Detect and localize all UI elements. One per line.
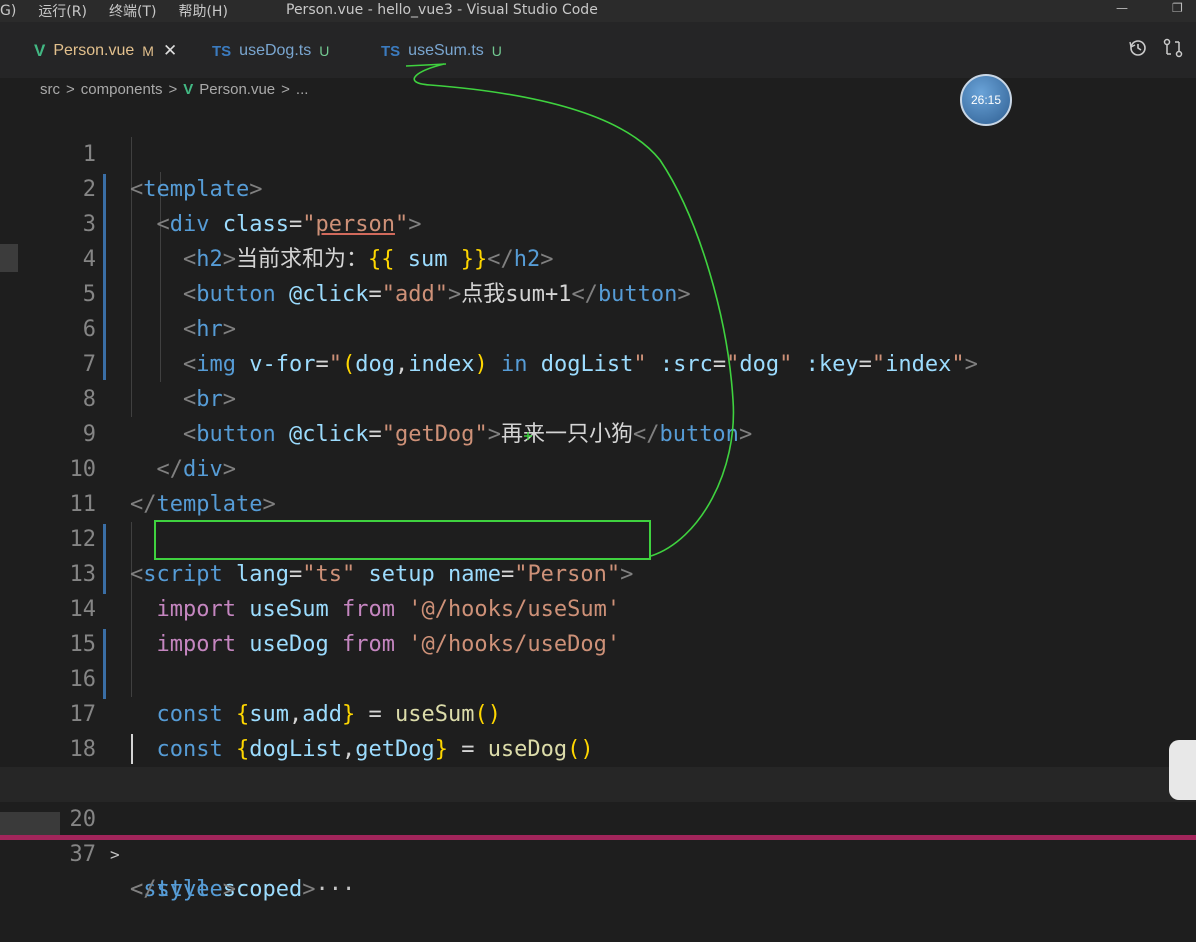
history-icon[interactable] [1128, 38, 1148, 62]
tab-person-vue[interactable]: V Person.vue M ✕ [34, 34, 177, 68]
menu-item-partial[interactable]: G) [0, 3, 16, 19]
code-line[interactable]: 17 const {dogList,getDog} = useDog() [0, 662, 1196, 762]
breadcrumb-item-src[interactable]: src [40, 81, 60, 98]
typescript-file-icon: TS [381, 42, 401, 60]
editor-tab-bar: V Person.vue M ✕ TS useDog.ts U TS useSu… [0, 22, 1196, 79]
code-line[interactable]: 16 const {sum,add} = useSum() [0, 627, 1196, 727]
code-line[interactable]: 7 <br> [0, 312, 1196, 412]
chevron-right-icon: > [168, 80, 178, 98]
breadcrumb-item-components[interactable]: components [81, 81, 163, 98]
menu-item-help[interactable]: 帮助(H) [178, 1, 227, 21]
minimize-icon[interactable]: — [1116, 1, 1128, 15]
vue-file-icon: V [34, 41, 46, 60]
untracked-badge: U [491, 43, 502, 59]
code-line[interactable]: 6 <img v-for="(dog,index) in dogList" :s… [0, 277, 1196, 377]
chevron-right-icon: > [66, 80, 75, 98]
code-line[interactable]: 1 <template> [0, 102, 1196, 202]
status-bar-remote-indicator[interactable] [0, 812, 60, 835]
code-line[interactable]: 18 </script> [0, 697, 1196, 797]
tab-label: Person.vue [53, 42, 135, 59]
code-line[interactable]: 9 </div> [0, 382, 1196, 482]
modified-badge: M [142, 43, 154, 59]
compare-changes-icon[interactable] [1162, 38, 1184, 62]
folded-ellipsis[interactable]: ··· [315, 877, 355, 902]
typescript-file-icon: TS [212, 42, 232, 60]
code-line[interactable]: 12 <script lang="ts" setup name="Person"… [0, 487, 1196, 587]
code-line[interactable]: 10 </template> [0, 417, 1196, 517]
code-line[interactable]: 15 [0, 592, 1196, 657]
code-line[interactable]: 37 </style> [0, 802, 1196, 902]
vue-file-icon: V [183, 80, 194, 98]
annotation-highlight-box [154, 520, 651, 560]
chevron-right-icon: > [281, 80, 290, 98]
code-line[interactable]: 3 <h2>当前求和为：{{ sum }}</h2> [0, 172, 1196, 272]
overlay-scroll-widget[interactable] [1169, 740, 1196, 800]
code-line[interactable]: 8 <button @click="getDog">再来一只小狗</button… [0, 347, 1196, 447]
code-line[interactable]: 4 <button @click="add">点我sum+1</button> [0, 207, 1196, 307]
code-line-folded[interactable]: 20 > <style scoped>··· [0, 767, 1196, 902]
breadcrumb: src > components > V Person.vue > ... [40, 78, 308, 100]
code-line[interactable]: 14 import useDog from '@/hooks/useDog' [0, 557, 1196, 657]
window-title: Person.vue - hello_vue3 - Visual Studio … [286, 2, 598, 18]
tab-usedog-ts[interactable]: TS useDog.ts U [212, 34, 329, 68]
breadcrumb-item-file[interactable]: Person.vue [199, 81, 275, 98]
title-bar: G) 运行(R) 终端(T) 帮助(H) Person.vue - hello_… [0, 0, 1196, 22]
code-token: style [156, 877, 223, 902]
code-line[interactable]: 5 <hr> [0, 242, 1196, 342]
code-line-current[interactable]: 19 [0, 732, 1196, 797]
text-cursor [131, 734, 133, 764]
chevron-right-icon[interactable]: > [110, 837, 120, 872]
menu-item-run[interactable]: 运行(R) [38, 1, 87, 21]
line-number: 37 [69, 842, 97, 867]
code-editor[interactable]: 1 <template> 2 <div class="person"> 3 <h… [0, 102, 1196, 902]
tab-label: useDog.ts [239, 42, 312, 59]
code-line[interactable]: 2 <div class="person"> [0, 137, 1196, 237]
menu-item-terminal[interactable]: 终端(T) [109, 1, 156, 21]
tab-usesum-ts[interactable]: TS useSum.ts U [381, 34, 502, 68]
code-line[interactable]: 11 [0, 452, 1196, 517]
close-icon[interactable]: ✕ [163, 41, 177, 61]
tab-label: useSum.ts [408, 42, 484, 59]
restore-icon[interactable]: ❐ [1172, 1, 1183, 15]
breadcrumb-item-symbol[interactable]: ... [296, 81, 309, 98]
untracked-badge: U [319, 43, 330, 59]
status-bar [0, 835, 1196, 840]
